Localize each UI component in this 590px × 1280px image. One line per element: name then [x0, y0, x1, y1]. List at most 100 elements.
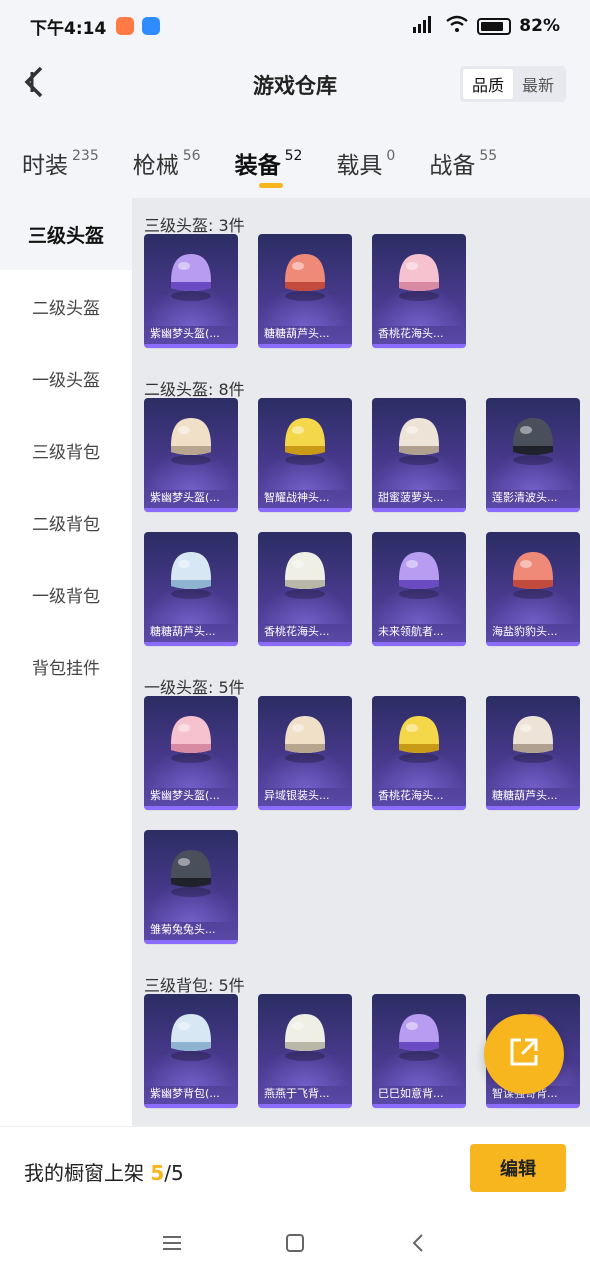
tab-supplies[interactable]: 战备 55: [429, 130, 497, 194]
category-sidebar: 三级头盔 二级头盔 一级头盔 三级背包 二级背包 一级背包 背包挂件: [0, 198, 132, 1202]
tab-label: 载具: [336, 153, 383, 179]
item-card[interactable]: 糖糖葫芦头...: [486, 696, 580, 810]
tab-count: 55: [479, 148, 498, 164]
section-title: 三级背包: 5件: [144, 976, 245, 995]
tab-count: 235: [72, 148, 99, 164]
rarity-bar: [486, 508, 580, 512]
rarity-bar: [258, 508, 352, 512]
rarity-bar: [486, 642, 580, 646]
nav-back-button[interactable]: [398, 1225, 438, 1265]
nav-home-button[interactable]: [275, 1225, 315, 1265]
item-card[interactable]: 紫幽梦头盔(...: [144, 398, 238, 512]
item-name: 糖糖葫芦头...: [150, 625, 216, 638]
header: 游戏仓库 品质 最新: [0, 52, 590, 116]
active-tab-indicator: [258, 183, 283, 188]
section-title: 三级头盔: 3件: [144, 216, 245, 235]
item-card[interactable]: 甜蜜菠萝头...: [372, 398, 466, 512]
item-grid: 紫幽梦头盔(... 异域银装头... 香桃花海头... 糖糖葫芦头... 雏菊兔兔头..…: [144, 696, 590, 944]
item-card[interactable]: 巳巳如意背...: [372, 994, 466, 1108]
item-thumbnail-icon: [513, 552, 553, 599]
system-nav-bar: [0, 1210, 590, 1280]
sidebar-item-level2-helmet[interactable]: 二级头盔: [0, 270, 132, 342]
item-name: 紫幽梦背包(...: [150, 1087, 220, 1100]
rarity-bar: [258, 642, 352, 646]
sidebar-item-level3-backpack[interactable]: 三级背包: [0, 414, 132, 486]
sidebar-item-level1-helmet[interactable]: 一级头盔: [0, 342, 132, 414]
item-thumbnail-icon: [399, 1014, 439, 1061]
app-notification-icon: [116, 17, 135, 35]
tab-count: 52: [284, 148, 303, 164]
tab-label: 时装: [22, 153, 68, 179]
tab-equipment[interactable]: 装备 52: [234, 130, 303, 194]
item-thumbnail-icon: [171, 254, 211, 301]
tab-vehicles[interactable]: 载具 0: [336, 130, 395, 194]
item-name: 巳巳如意背...: [378, 1087, 444, 1100]
item-thumbnail-icon: [171, 716, 211, 763]
item-thumbnail-icon: [285, 552, 325, 599]
sidebar-item-backpack-charm[interactable]: 背包挂件: [0, 630, 132, 702]
rarity-bar: [372, 508, 466, 512]
item-thumbnail-icon: [171, 1014, 211, 1061]
item-card[interactable]: 香桃花海头...: [372, 234, 466, 348]
item-thumbnail-icon: [285, 418, 325, 465]
tab-fashion[interactable]: 时装 235: [22, 130, 99, 194]
item-card[interactable]: 异域银装头...: [258, 696, 352, 810]
item-grid: 紫幽梦头盔(... 糖糖葫芦头... 香桃花海头...: [144, 234, 590, 348]
sort-option-quality[interactable]: 品质: [463, 69, 513, 99]
edit-button[interactable]: 编辑: [470, 1144, 566, 1192]
status-bar: 下午4:14 82%: [0, 0, 590, 52]
section-title: 一级头盔: 5件: [144, 678, 245, 697]
item-thumbnail-icon: [399, 418, 439, 465]
share-button[interactable]: [484, 1014, 564, 1094]
showcase-current: 5: [150, 1161, 165, 1185]
battery-icon: [477, 17, 512, 35]
rarity-bar: [258, 806, 352, 810]
sort-option-latest[interactable]: 最新: [513, 69, 563, 99]
item-card[interactable]: 香桃花海头...: [372, 696, 466, 810]
item-card[interactable]: 紫幽梦头盔(...: [144, 234, 238, 348]
item-content: 三级头盔: 3件 紫幽梦头盔(... 糖糖葫芦头... 香桃花海头... 二级头盔: 8…: [132, 198, 590, 1126]
item-card[interactable]: 智耀战神头...: [258, 398, 352, 512]
item-thumbnail-icon: [171, 552, 211, 599]
rarity-bar: [372, 642, 466, 646]
item-name: 紫幽梦头盔(...: [150, 327, 220, 340]
item-card[interactable]: 海盐豹豹头...: [486, 532, 580, 646]
item-card[interactable]: 未来领航者...: [372, 532, 466, 646]
item-card[interactable]: 糖糖葫芦头...: [258, 234, 352, 348]
sidebar-item-level2-backpack[interactable]: 二级背包: [0, 486, 132, 558]
sort-toggle: 品质 最新: [460, 66, 566, 102]
item-name: 智耀战神头...: [264, 491, 330, 504]
tab-count: 0: [386, 148, 396, 164]
item-card[interactable]: 雏菊兔兔头...: [144, 830, 238, 944]
share-icon: [507, 1035, 541, 1073]
nav-menu-button[interactable]: [152, 1225, 192, 1265]
item-name: 香桃花海头...: [264, 625, 330, 638]
showcase-bar: 我的橱窗上架 5/5 编辑: [0, 1126, 590, 1210]
tab-weapons[interactable]: 枪械 56: [133, 130, 201, 194]
rarity-bar: [144, 940, 238, 944]
item-thumbnail-icon: [513, 418, 553, 465]
item-name: 雏菊兔兔头...: [150, 923, 216, 936]
section-title: 二级头盔: 8件: [144, 380, 245, 399]
item-thumbnail-icon: [399, 254, 439, 301]
item-thumbnail-icon: [513, 716, 553, 763]
item-name: 未来领航者...: [378, 625, 444, 638]
item-card[interactable]: 香桃花海头...: [258, 532, 352, 646]
item-name: 紫幽梦头盔(...: [150, 491, 220, 504]
back-icon: [411, 1233, 425, 1257]
item-thumbnail-icon: [399, 552, 439, 599]
item-card[interactable]: 莲影清波头...: [486, 398, 580, 512]
showcase-label: 我的橱窗上架: [24, 1161, 144, 1185]
item-card[interactable]: 糖糖葫芦头...: [144, 532, 238, 646]
sidebar-item-level3-helmet[interactable]: 三级头盔: [0, 198, 132, 270]
item-card[interactable]: 紫幽梦头盔(...: [144, 696, 238, 810]
item-thumbnail-icon: [171, 418, 211, 465]
rarity-bar: [372, 344, 466, 348]
rarity-bar: [372, 1104, 466, 1108]
showcase-total: /5: [164, 1161, 184, 1185]
status-time: 下午4:14: [30, 18, 107, 39]
tab-label: 装备: [234, 153, 281, 179]
item-card[interactable]: 紫幽梦背包(...: [144, 994, 238, 1108]
sidebar-item-level1-backpack[interactable]: 一级背包: [0, 558, 132, 630]
item-card[interactable]: 燕燕于飞背...: [258, 994, 352, 1108]
